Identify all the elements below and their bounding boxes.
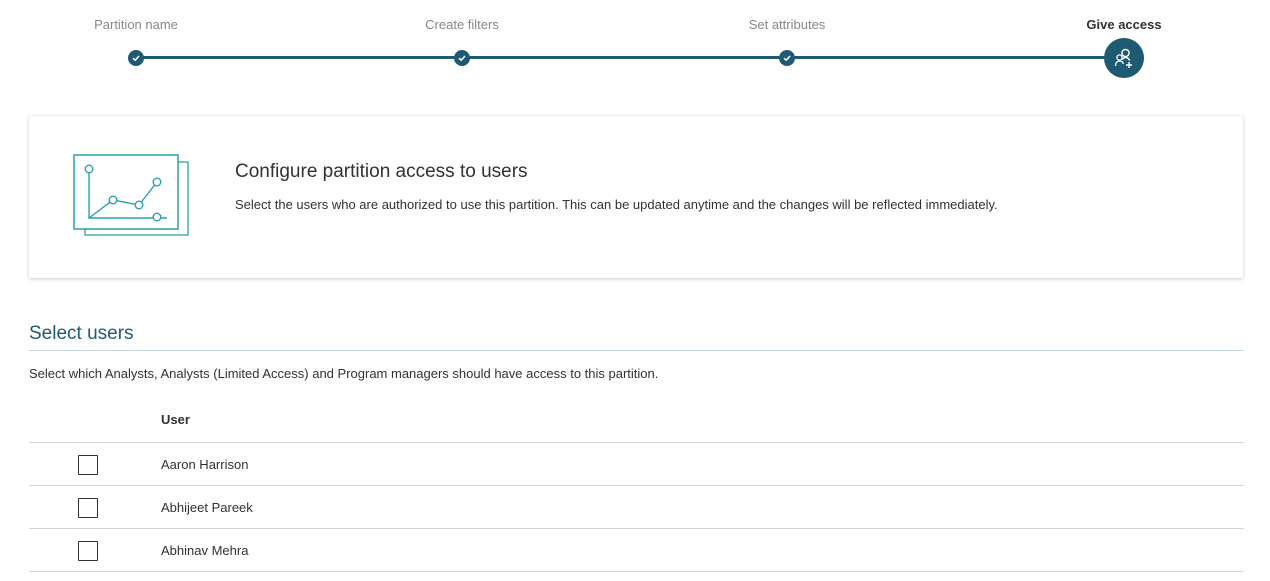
step-label-give-access: Give access (1086, 17, 1162, 32)
section-title-select-users: Select users (29, 323, 134, 344)
users-table-header: User (29, 400, 1244, 443)
section-description: Select which Analysts, Analysts (Limited… (29, 366, 659, 381)
table-row[interactable]: Aaron Harrison (29, 443, 1244, 486)
row-select-checkbox[interactable] (78, 455, 98, 475)
step-current-give-access[interactable] (1104, 38, 1144, 78)
step-label-set-attributes: Set attributes (748, 17, 826, 32)
user-name-cell: Abhinav Mehra (161, 543, 249, 558)
row-select-checkbox[interactable] (78, 498, 98, 518)
info-card-title: Configure partition access to users (235, 161, 528, 182)
table-row[interactable]: Abhinav Mehra (29, 529, 1244, 572)
add-user-icon (1114, 48, 1132, 68)
wizard-stepper: Partition name Create filters Set attrib… (0, 0, 1270, 90)
step-complete-check-icon[interactable] (454, 50, 470, 66)
stepper-progress-line (136, 56, 1124, 59)
info-card: Configure partition access to users Sele… (29, 116, 1243, 278)
line-chart-illustration (73, 154, 189, 236)
section-divider (29, 350, 1244, 351)
row-select-checkbox[interactable] (78, 541, 98, 561)
user-name-cell: Abhijeet Pareek (161, 500, 253, 515)
step-complete-check-icon[interactable] (128, 50, 144, 66)
user-name-cell: Aaron Harrison (161, 457, 249, 472)
column-header-user: User (161, 412, 190, 427)
table-row[interactable]: Abhijeet Pareek (29, 486, 1244, 529)
info-card-description: Select the users who are authorized to u… (235, 197, 998, 212)
step-label-partition-name: Partition name (94, 17, 178, 32)
step-label-create-filters: Create filters (425, 17, 499, 32)
step-complete-check-icon[interactable] (779, 50, 795, 66)
users-table: User Aaron Harrison Abhijeet Pareek Abhi… (29, 400, 1244, 572)
